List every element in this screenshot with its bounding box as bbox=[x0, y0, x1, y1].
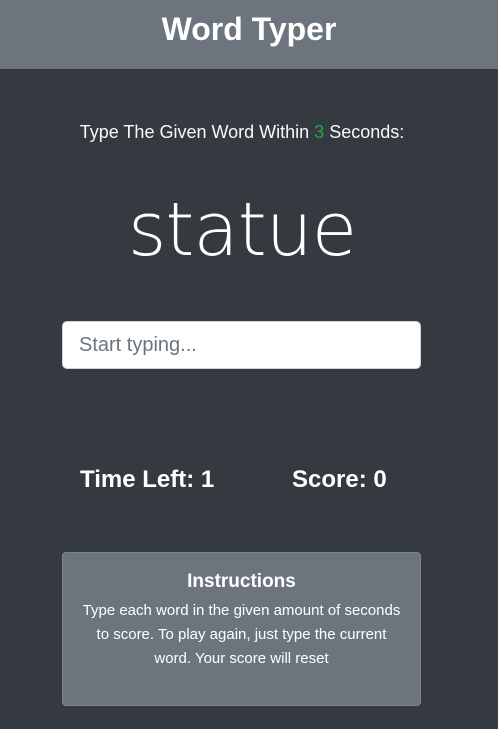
score-value: 0 bbox=[373, 466, 387, 493]
prompt-text-before: Type The Given Word Within bbox=[79, 122, 315, 142]
instructions-title: Instructions bbox=[187, 571, 296, 592]
time-left-label: Time Left: bbox=[80, 466, 195, 493]
score-display: Score: 0 bbox=[292, 466, 387, 494]
app-title: Word Typer bbox=[161, 10, 337, 47]
seconds-value: 3 bbox=[314, 122, 325, 142]
instructions-text: Type each word in the given amount of se… bbox=[82, 602, 401, 667]
current-word: statue bbox=[127, 187, 357, 273]
time-left-display: Time Left: 1 bbox=[80, 466, 214, 494]
prompt-text-after: Seconds: bbox=[324, 122, 405, 142]
word-prompt: Type The Given Word Within 3 Seconds: bbox=[0, 122, 484, 143]
app-header: Word Typer bbox=[0, 0, 498, 69]
score-label: Score: bbox=[292, 466, 367, 493]
time-left-value: 1 bbox=[200, 466, 215, 493]
instructions-card: Instructions Type each word in the given… bbox=[62, 552, 421, 706]
word-input[interactable] bbox=[62, 321, 421, 369]
